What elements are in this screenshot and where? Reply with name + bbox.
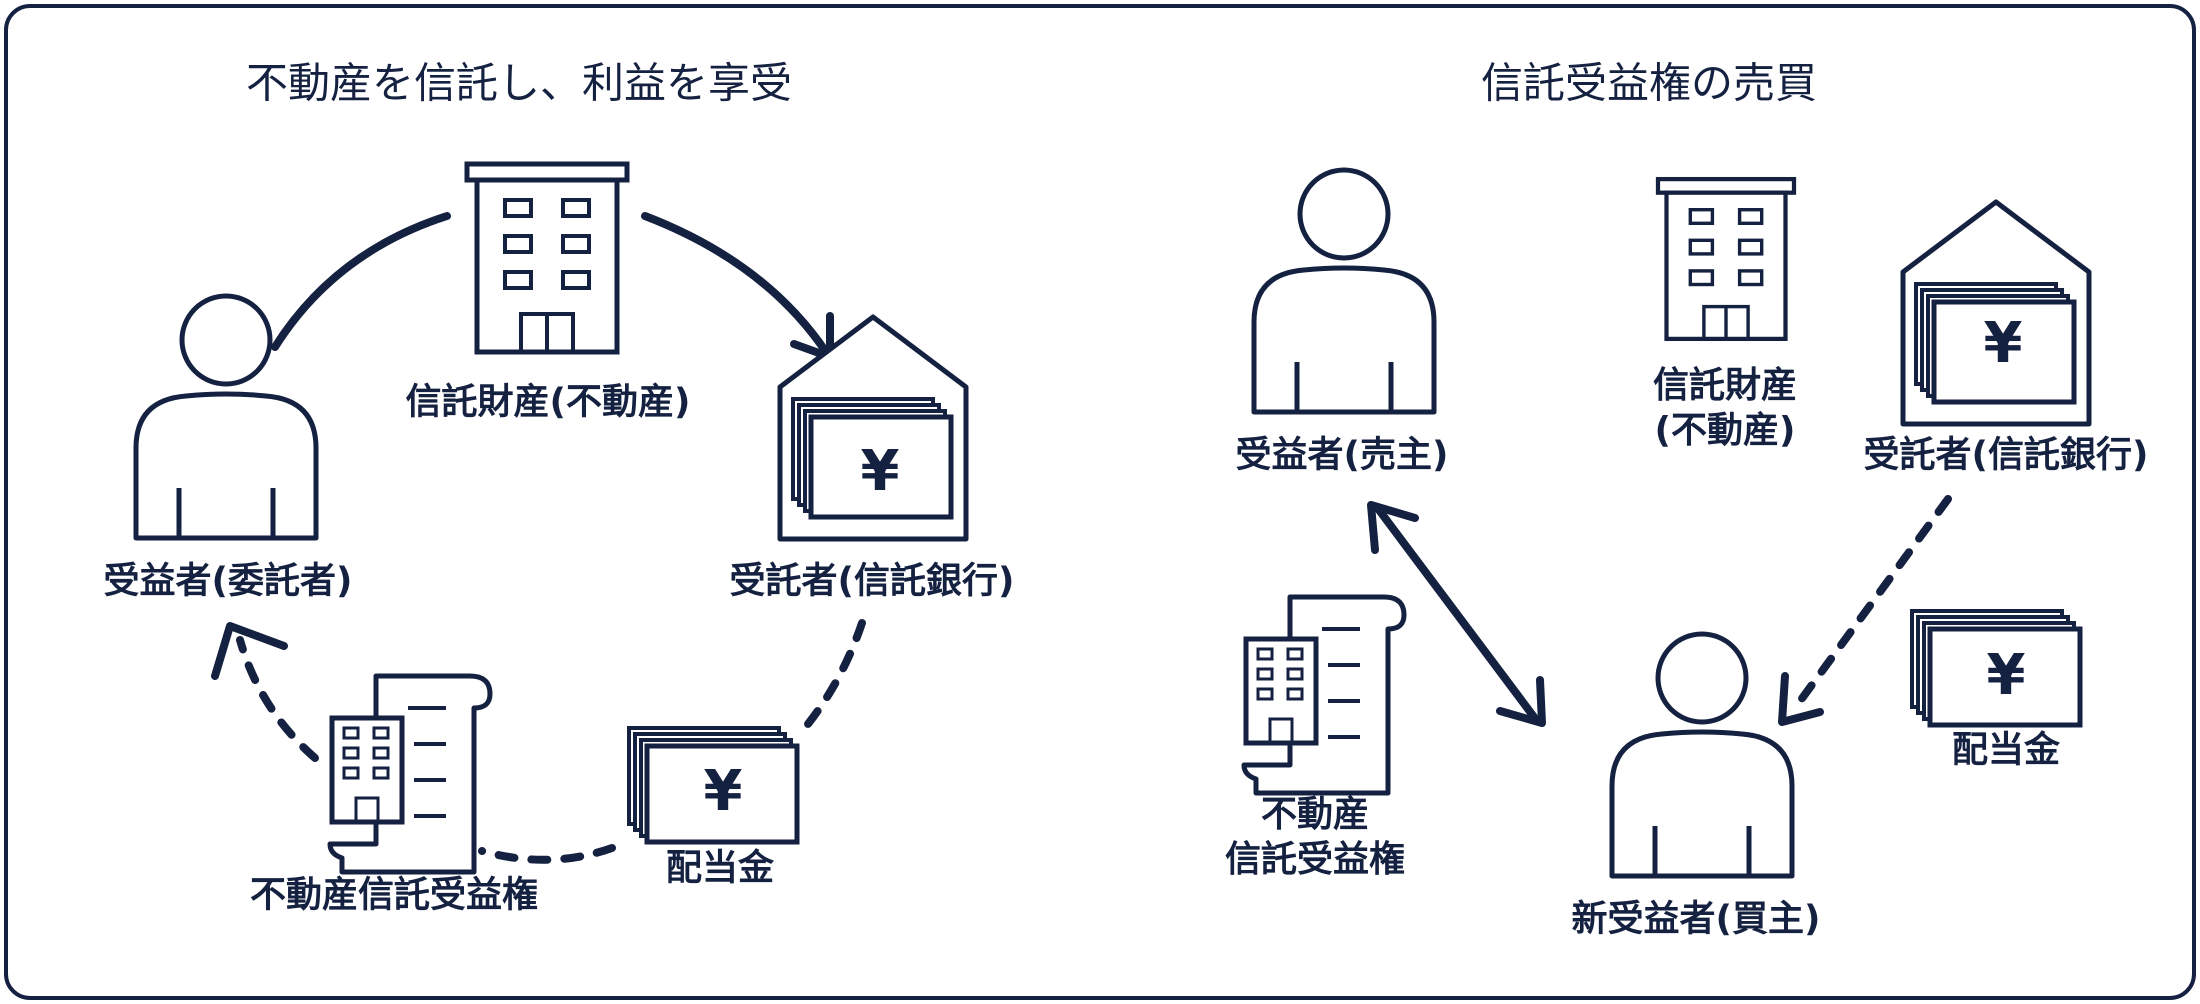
diagram-artwork: ¥ ¥ ¥ ¥	[0, 0, 2200, 1004]
right-certificate-label-line2: 信託受益権	[1224, 839, 1406, 880]
left-dotted-trustee-to-dividend	[794, 619, 866, 740]
person-icon	[1254, 170, 1434, 412]
trustee-label: 受託者(信託銀行)	[729, 560, 1015, 602]
dividend-label: 配当金	[665, 847, 775, 889]
property-label: 信託財産(不動産)	[405, 381, 691, 423]
deed-scroll-icon	[330, 676, 490, 872]
beneficiary-label: 受益者(委託者)	[103, 560, 353, 602]
building-icon	[467, 164, 627, 352]
left-dotted-dividend-to-certificate	[478, 844, 616, 864]
left-arrow-property-to-trustee	[641, 212, 830, 356]
person-icon	[1612, 634, 1792, 876]
buyer-label: 新受益者(買主)	[1571, 898, 1821, 940]
yen-symbol: ¥	[1984, 311, 2023, 376]
left-panel-title: 不動産を信託し、利益を享受	[245, 58, 793, 108]
yen-symbol: ¥	[704, 759, 743, 824]
right-trustee-label: 受託者(信託銀行)	[1863, 434, 2149, 476]
right-property-label-line1: 信託財産	[1652, 365, 1798, 406]
left-dotted-certificate-to-beneficiary	[236, 636, 319, 762]
right-panel-title: 信託受益権の売買	[1480, 58, 1818, 108]
deed-scroll-icon	[1244, 597, 1404, 793]
building-icon	[1658, 179, 1794, 339]
left-connector-beneficiary-to-property	[271, 212, 451, 351]
right-property-label: 信託財産 (不動産)	[1653, 363, 1797, 453]
certificate-label: 不動産信託受益権	[249, 874, 539, 916]
seller-label: 受益者(売主)	[1235, 434, 1449, 476]
right-property-label-line2: (不動産)	[1654, 410, 1796, 451]
diagram-canvas: ¥ ¥ ¥ ¥ 不動産を信託し、利益を享受 信託財産(不動産) 受益者(委託者)…	[0, 0, 2200, 1004]
yen-symbol: ¥	[861, 439, 900, 504]
right-dividend-label: 配当金	[1951, 729, 2061, 771]
yen-symbol: ¥	[1987, 643, 2026, 708]
right-certificate-label: 不動産 信託受益権	[1225, 792, 1405, 882]
right-certificate-label-line1: 不動産	[1260, 794, 1370, 835]
